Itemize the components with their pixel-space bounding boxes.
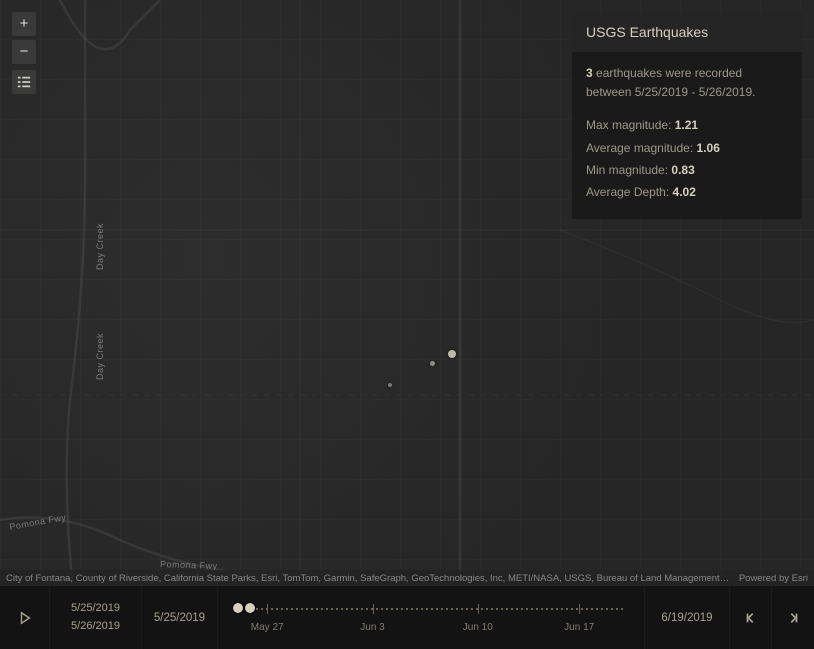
slider-handle-start[interactable] bbox=[232, 602, 244, 614]
plus-icon: + bbox=[20, 13, 29, 35]
attribution-sources: City of Fontana, County of Riverside, Ca… bbox=[6, 573, 731, 584]
earthquake-marker[interactable] bbox=[388, 383, 392, 387]
window-start: 5/25/2019 bbox=[71, 600, 120, 618]
step-forward-button[interactable] bbox=[772, 586, 814, 649]
step-back-icon bbox=[744, 611, 758, 625]
road-label-daycreek-2: Day Creek bbox=[95, 333, 105, 380]
stat-min-magnitude: Min magnitude: 0.83 bbox=[586, 161, 788, 180]
road-label-pomona: Pomona Fwy bbox=[9, 512, 67, 532]
window-end: 5/26/2019 bbox=[71, 618, 120, 636]
zoom-in-button[interactable]: + bbox=[12, 12, 36, 36]
step-back-button[interactable] bbox=[730, 586, 772, 649]
stat-max-magnitude: Max magnitude: 1.21 bbox=[586, 116, 788, 135]
road-label-daycreek: Day Creek bbox=[95, 223, 105, 270]
quake-count: 3 bbox=[586, 66, 593, 80]
time-slider-bar: 5/25/2019 5/26/2019 5/25/2019 May 27 Jun… bbox=[0, 586, 814, 649]
slider-handle-end[interactable] bbox=[244, 602, 256, 614]
zoom-out-button[interactable]: − bbox=[12, 40, 36, 64]
stat-avg-magnitude: Average magnitude: 1.06 bbox=[586, 139, 788, 158]
panel-summary: 3 earthquakes were recorded between 5/25… bbox=[586, 64, 788, 102]
play-icon bbox=[18, 611, 32, 625]
time-slider[interactable]: May 27 Jun 3 Jun 10 Jun 17 bbox=[218, 586, 644, 649]
attribution-powered[interactable]: Powered by Esri bbox=[731, 573, 808, 584]
extent-end-date: 6/19/2019 bbox=[644, 586, 730, 649]
panel-title: USGS Earthquakes bbox=[572, 12, 802, 52]
earthquake-marker[interactable] bbox=[448, 350, 456, 358]
play-button[interactable] bbox=[0, 586, 50, 649]
slider-ticks bbox=[236, 604, 626, 614]
info-panel: USGS Earthquakes 3 earthquakes were reco… bbox=[572, 12, 802, 219]
legend-button[interactable] bbox=[12, 70, 36, 94]
legend-icon bbox=[17, 75, 31, 89]
step-forward-icon bbox=[786, 611, 800, 625]
zoom-controls: + − bbox=[12, 12, 36, 64]
current-date: 5/25/2019 bbox=[142, 586, 218, 649]
time-window-range: 5/25/2019 5/26/2019 bbox=[50, 586, 142, 649]
attribution-bar: City of Fontana, County of Riverside, Ca… bbox=[0, 570, 814, 586]
earthquake-marker[interactable] bbox=[430, 361, 435, 366]
minus-icon: − bbox=[20, 41, 29, 63]
stat-avg-depth: Average Depth: 4.02 bbox=[586, 183, 788, 202]
panel-summary-text: earthquakes were recorded between 5/25/2… bbox=[586, 66, 755, 99]
